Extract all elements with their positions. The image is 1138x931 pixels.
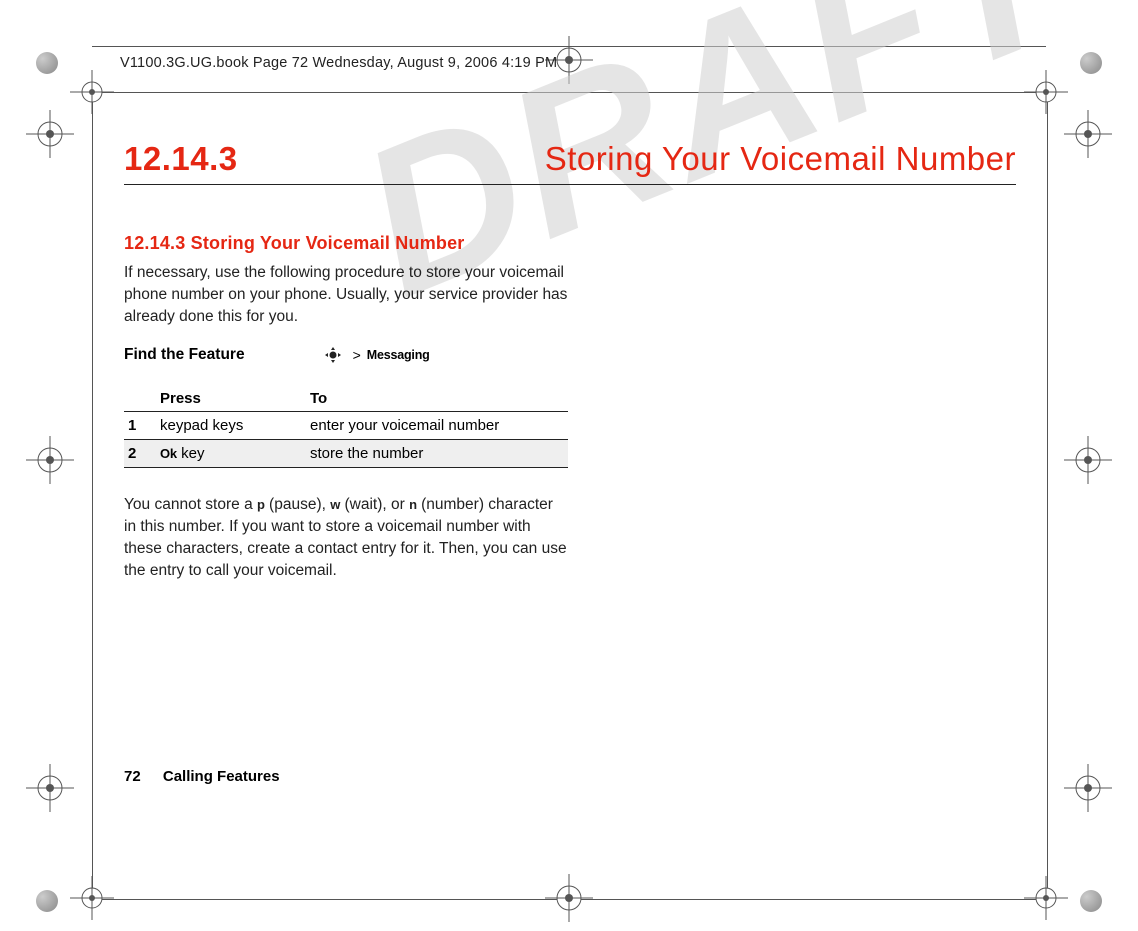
chapter-name: Calling Features — [163, 768, 280, 785]
section-title: 12.14.3 Storing Your Voicemail Number — [124, 140, 1016, 178]
col-header-press: Press — [156, 386, 306, 412]
crop-target-icon — [22, 106, 78, 162]
page-footer: 72 Calling Features — [124, 768, 280, 785]
registration-mark-icon — [70, 876, 114, 920]
to-cell: enter your voicemail number — [306, 412, 568, 440]
key-char: p — [257, 497, 265, 512]
title-rule — [124, 184, 1016, 185]
key-name: Ok — [160, 446, 177, 461]
note-paragraph: You cannot store a p (pause), w (wait), … — [124, 494, 568, 582]
corner-dot-icon — [1080, 52, 1102, 74]
key-char: n — [409, 497, 417, 512]
table-header-row: Press To — [124, 386, 568, 412]
path-separator: > — [353, 347, 361, 363]
crop-target-icon — [1060, 760, 1116, 816]
press-cell: keypad keys — [156, 412, 306, 440]
book-header-text: V1100.3G.UG.book Page 72 Wednesday, Augu… — [120, 55, 557, 71]
to-cell: store the number — [306, 440, 568, 468]
crop-target-icon — [541, 870, 597, 926]
corner-dot-icon — [36, 890, 58, 912]
table-row: 2 Ok key store the number — [124, 440, 568, 468]
navigation-key-icon — [325, 347, 341, 363]
menu-name: Messaging — [367, 348, 430, 362]
section-title-text: Storing Your Voicemail Number — [545, 140, 1016, 178]
crop-target-icon — [1060, 106, 1116, 162]
press-cell: Ok key — [156, 440, 306, 468]
subsection-heading: 12.14.3 Storing Your Voicemail Number — [124, 233, 574, 254]
press-to-table: Press To 1 keypad keys enter your voicem… — [124, 386, 568, 468]
registration-mark-icon — [1024, 876, 1068, 920]
corner-dot-icon — [36, 52, 58, 74]
table-row: 1 keypad keys enter your voicemail numbe… — [124, 412, 568, 440]
section-number: 12.14.3 — [124, 140, 238, 178]
find-feature-row: Find the Feature > Messaging — [124, 346, 574, 364]
crop-target-icon — [1060, 432, 1116, 488]
corner-dot-icon — [1080, 890, 1102, 912]
key-char: w — [330, 497, 340, 512]
step-number: 2 — [124, 440, 156, 468]
page-number: 72 — [124, 768, 141, 785]
intro-paragraph: If necessary, use the following procedur… — [124, 262, 574, 328]
find-feature-label: Find the Feature — [124, 346, 245, 364]
crop-target-icon — [22, 432, 78, 488]
crop-target-icon — [22, 760, 78, 816]
col-header-to: To — [306, 386, 568, 412]
step-number: 1 — [124, 412, 156, 440]
